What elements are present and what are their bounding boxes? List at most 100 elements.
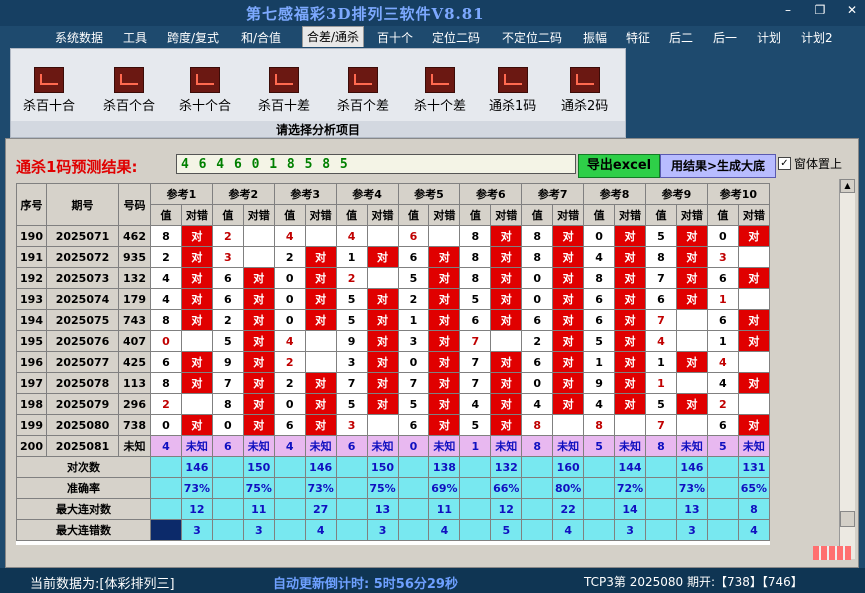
vertical-scrollbar[interactable]: ▲ <box>839 179 855 559</box>
maximize-icon[interactable]: ❐ <box>813 3 827 17</box>
stats-value: 150 <box>242 456 275 478</box>
header-period: 期号 <box>46 183 119 226</box>
menu-item-4[interactable]: 合差/通杀 <box>302 26 365 47</box>
menu-item-6[interactable]: 定位二码 <box>432 29 480 46</box>
ref-result-correct: 对 <box>614 225 646 247</box>
always-on-top-label: 窗体置上 <box>794 157 843 171</box>
ref-result-correct: 对 <box>614 309 646 331</box>
row-period: 2025074 <box>46 288 119 310</box>
stats-value: 80% <box>552 477 585 499</box>
title-bar: 第七感福彩3D排列三软件V8.81 – ❐ ✕ <box>0 0 865 26</box>
stats-value: 146 <box>304 456 337 478</box>
ref-result-correct: 对 <box>552 309 585 331</box>
menu-item-8[interactable]: 振幅 <box>583 29 607 46</box>
ribbon-panel: 请选择分析项目 杀百十合 杀百个合 杀十个合 杀百十差 杀百个差 杀十个差 通杀1码 通杀2码 <box>10 48 626 138</box>
ref-value: 2 <box>150 393 182 415</box>
close-icon[interactable]: ✕ <box>845 3 859 17</box>
ref-value: 7 <box>645 267 677 289</box>
generate-base-button[interactable]: 用结果>生成大底 <box>660 154 776 178</box>
row-seq: 198 <box>16 393 47 415</box>
ribbon-button-7[interactable]: 通杀2码 <box>561 67 608 114</box>
stats-label: 最大连对数 <box>16 498 151 520</box>
menu-item-2[interactable]: 跨度/复式 <box>167 29 219 46</box>
scroll-thumb[interactable] <box>840 511 855 527</box>
always-on-top-checkbox[interactable]: ✓ <box>778 157 791 170</box>
ref-value: 8 <box>459 267 492 289</box>
ref-result-pending: 未知 <box>675 435 708 457</box>
ref-value: 6 <box>397 246 430 268</box>
chart-icon <box>190 67 220 93</box>
stats-spacer <box>583 519 616 541</box>
row-period: 2025080 <box>46 414 119 436</box>
ribbon-button-6[interactable]: 通杀1码 <box>489 67 536 114</box>
stats-value: 72% <box>614 477 646 499</box>
ribbon-button-4[interactable]: 杀百个差 <box>337 67 389 114</box>
prediction-result-field[interactable]: 4 6 4 6 0 1 8 5 8 5 <box>176 154 576 174</box>
menu-item-9[interactable]: 特征 <box>626 29 650 46</box>
header-number: 号码 <box>118 183 151 226</box>
ref-result-correct: 对 <box>242 267 275 289</box>
table-row[interactable]: 198 2025079 296 2 8 对 0 对 5 对 5 对 4 对 4 对 4 对 5 对 2 <box>16 393 771 415</box>
stats-label: 准确率 <box>16 477 151 499</box>
update-countdown: 自动更新倒计时: 5时56分29秒 <box>273 577 458 592</box>
ref-result-wrong <box>737 393 771 415</box>
table-row[interactable]: 196 2025077 425 6 对 9 对 2 3 对 0 对 7 对 6 对 1 对 1 对 4 <box>16 351 771 373</box>
table-row[interactable]: 195 2025076 407 0 5 对 4 9 对 3 对 7 2 对 5 对 4 1 对 <box>16 330 771 352</box>
ref-value: 1 <box>706 330 739 352</box>
table-row[interactable]: 194 2025075 743 8 对 2 对 0 对 5 对 1 对 6 对 6 对 6 对 7 6 对 <box>16 309 771 331</box>
menu-item-10[interactable]: 后二 <box>669 29 693 46</box>
minimize-icon[interactable]: – <box>781 3 795 17</box>
ref-result-correct: 对 <box>428 372 461 394</box>
header-value: 值 <box>211 204 244 226</box>
ref-value: 3 <box>706 246 739 268</box>
scroll-up-icon[interactable]: ▲ <box>840 179 855 193</box>
menu-item-3[interactable]: 和/合值 <box>241 29 281 46</box>
ref-value: 7 <box>211 372 244 394</box>
row-seq: 196 <box>16 351 47 373</box>
stats-spacer <box>335 519 368 541</box>
ribbon-button-1[interactable]: 杀百个合 <box>103 67 155 114</box>
menu-item-12[interactable]: 计划 <box>757 29 781 46</box>
menu-item-13[interactable]: 计划2 <box>801 29 833 46</box>
ref-result-correct: 对 <box>737 372 771 394</box>
pending-row[interactable]: 200 2025081 未知 4 未知 6 未知 4 未知 6 未知 0 未知 1 未知 8 未知 5 未知 8 未知 5… <box>16 435 771 457</box>
ref-result-correct: 对 <box>428 309 461 331</box>
chart-icon <box>269 67 299 93</box>
ribbon-button-label: 杀十个合 <box>179 99 232 114</box>
chart-icon <box>425 67 455 93</box>
table-row[interactable]: 197 2025078 113 8 对 7 对 2 对 7 对 7 对 7 对 0 对 9 对 1 4 对 <box>16 372 771 394</box>
row-number: 113 <box>118 372 151 394</box>
ref-result-correct: 对 <box>737 267 771 289</box>
export-excel-button[interactable]: 导出excel <box>578 154 660 178</box>
menu-item-1[interactable]: 工具 <box>123 29 147 46</box>
row-number: 未知 <box>118 435 151 457</box>
header-ref: 参考5 <box>397 183 461 205</box>
menu-item-11[interactable]: 后一 <box>713 29 737 46</box>
stats-row: 准确率 73% 75% 73% 75% 69% 66% 80% 72% 73% 65% <box>16 477 771 499</box>
menu-item-0[interactable]: 系统数据 <box>55 29 103 46</box>
header-result: 对错 <box>737 204 771 226</box>
ribbon-button-0[interactable]: 杀百十合 <box>23 67 75 114</box>
stats-spacer <box>150 477 182 499</box>
ribbon-button-3[interactable]: 杀百十差 <box>258 67 310 114</box>
data-grid[interactable]: 序号 期号 号码 参考1 参考2 参考3 参考4 参考5 参考6 参考7 参考8 参考9 参考10 值对错… <box>16 183 771 545</box>
ref-value: 3 <box>335 414 368 436</box>
ref-value: 4 <box>583 246 616 268</box>
menu-item-7[interactable]: 不定位二码 <box>502 29 562 46</box>
ribbon-button-2[interactable]: 杀十个合 <box>179 67 231 114</box>
ref-result-correct: 对 <box>490 393 523 415</box>
ref-value: 6 <box>706 414 739 436</box>
table-row[interactable]: 199 2025080 738 0 对 0 对 6 对 3 6 对 5 对 8 8 7 6 对 <box>16 414 771 436</box>
ref-result-pending: 未知 <box>614 435 646 457</box>
table-row[interactable]: 193 2025074 179 4 对 6 对 0 对 5 对 2 对 5 对 0 对 6 对 6 对 1 <box>16 288 771 310</box>
table-row[interactable]: 191 2025072 935 2 对 3 2 对 1 对 6 对 8 对 8 对 4 对 8 对 3 <box>16 246 771 268</box>
table-row[interactable]: 190 2025071 462 8 对 2 4 4 6 8 对 8 对 0 对 5 对 0 对 <box>16 225 771 247</box>
ref-result-wrong <box>242 246 275 268</box>
header-value: 值 <box>273 204 306 226</box>
ribbon-button-5[interactable]: 杀十个差 <box>414 67 466 114</box>
table-row[interactable]: 192 2025073 132 4 对 6 对 0 对 2 5 对 8 对 0 对 8 对 7 对 6 对 <box>16 267 771 289</box>
ref-value: 7 <box>459 351 492 373</box>
menu-item-5[interactable]: 百十个 <box>377 29 413 46</box>
stats-spacer <box>150 498 182 520</box>
ref-result-correct: 对 <box>675 246 708 268</box>
